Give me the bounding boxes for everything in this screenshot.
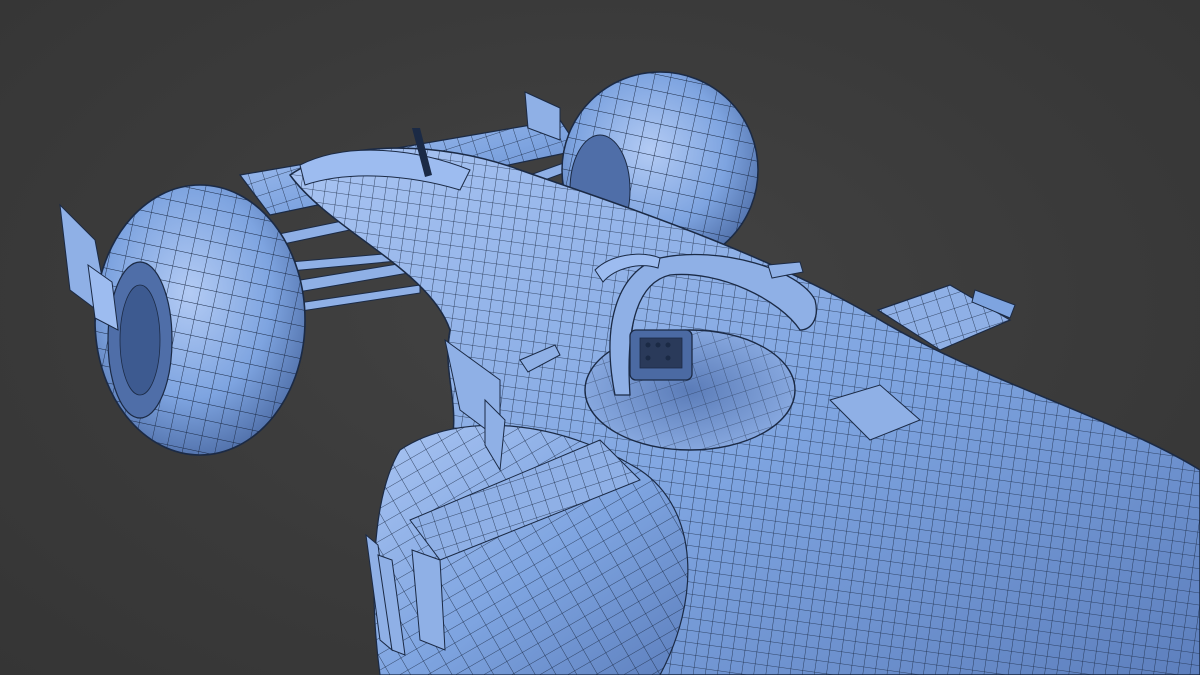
left-front-tire (94, 184, 306, 456)
3d-viewport[interactable] (0, 0, 1200, 675)
right-mirror (767, 261, 804, 279)
steering-wheel (629, 329, 693, 381)
wireframe-render (59, 71, 1200, 675)
